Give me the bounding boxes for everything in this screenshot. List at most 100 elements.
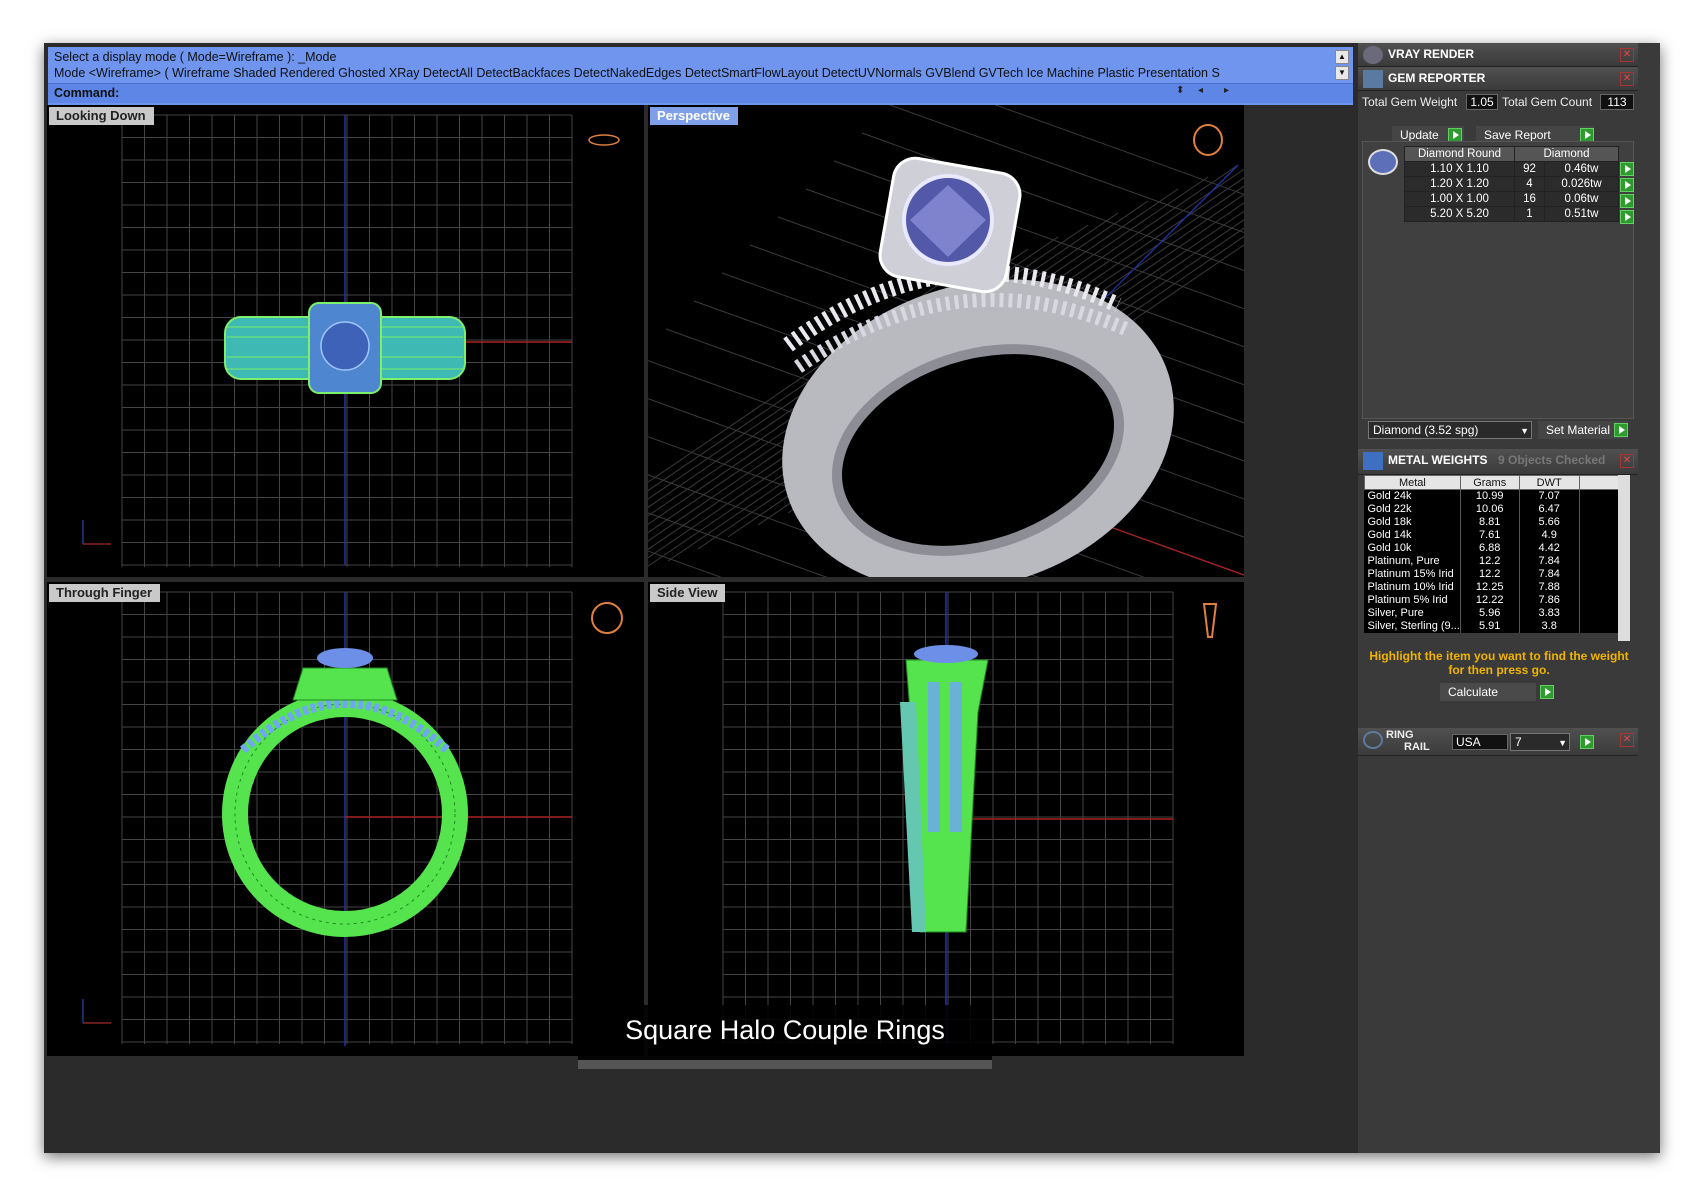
app-window: Select a display mode ( Mode=Wireframe )… xyxy=(44,43,1660,1153)
metal-name: Gold 24k xyxy=(1364,489,1461,503)
col-material: Diamond xyxy=(1514,146,1619,162)
metal-row[interactable]: Gold 14k 7.61 4.9 xyxy=(1364,528,1621,542)
metal-name: Silver, Pure xyxy=(1364,606,1461,620)
history-prev-icon[interactable]: ◂ xyxy=(1198,85,1203,96)
viewport-label[interactable]: Side View xyxy=(650,584,726,602)
metal-grams: 12.2 xyxy=(1460,567,1520,581)
caption-text: Square Halo Couple Rings xyxy=(625,1015,945,1045)
ring-render xyxy=(782,156,1174,577)
gem-weight: 0.51tw xyxy=(1544,206,1619,222)
ring-rail-title-b: RAIL xyxy=(1404,741,1430,753)
gem-count: 4 xyxy=(1514,176,1545,192)
viewport-perspective[interactable]: Perspective xyxy=(648,105,1244,577)
close-icon[interactable]: ✕ xyxy=(1620,733,1634,747)
ring-size-select[interactable]: 7 ▼ xyxy=(1510,733,1570,751)
metal-name: Platinum, Pure xyxy=(1364,554,1461,568)
viewport-label[interactable]: Looking Down xyxy=(49,107,154,125)
ring-size-value: 7 xyxy=(1515,735,1522,749)
ring-thumbnail-icon xyxy=(591,602,623,634)
scroll-down-button[interactable]: ▼ xyxy=(1335,66,1349,80)
top-view-canvas xyxy=(82,114,620,567)
metal-name: Gold 18k xyxy=(1364,515,1461,529)
metal-row[interactable]: Gold 22k 10.06 6.47 xyxy=(1364,502,1621,516)
gem-reporter-header[interactable]: GEM REPORTER ✕ xyxy=(1358,67,1638,91)
metal-scrollbar[interactable] xyxy=(1618,475,1630,641)
update-go-icon[interactable] xyxy=(1448,128,1462,142)
ring-thumbnail-icon xyxy=(1193,124,1223,156)
metal-row[interactable]: Gold 24k 10.99 7.07 xyxy=(1364,489,1621,503)
metal-row[interactable]: Gold 18k 8.81 5.66 xyxy=(1364,515,1621,529)
close-icon[interactable]: ✕ xyxy=(1620,48,1634,62)
close-icon[interactable]: ✕ xyxy=(1620,454,1634,468)
save-report-label: Save Report xyxy=(1484,128,1551,142)
viewport-side[interactable]: Side View xyxy=(648,582,1244,1056)
gem-count: 92 xyxy=(1514,161,1545,177)
viewport-top[interactable]: Looking Down xyxy=(47,105,644,577)
metal-dwt: 7.07 xyxy=(1519,489,1580,503)
metal-dwt: 3.83 xyxy=(1519,606,1580,620)
metal-row[interactable]: Platinum 10% Irid 12.25 7.88 xyxy=(1364,580,1621,594)
gem-weight: 0.026tw xyxy=(1544,176,1619,192)
material-select[interactable]: Diamond (3.52 spg) ▼ xyxy=(1368,421,1532,439)
metal-icon xyxy=(1363,452,1383,470)
metal-dwt: 3.8 xyxy=(1519,619,1580,633)
ring-rail-go-icon[interactable] xyxy=(1580,735,1594,749)
gem-row[interactable]: 5.20 X 5.20 1 0.51tw xyxy=(1404,206,1619,222)
gem-row[interactable]: 1.00 X 1.00 16 0.06tw xyxy=(1404,191,1619,207)
chevron-down-icon: ▼ xyxy=(1558,738,1567,748)
scroll-up-button[interactable]: ▲ xyxy=(1335,50,1349,64)
metal-row[interactable]: Platinum 15% Irid 12.2 7.84 xyxy=(1364,567,1621,581)
metal-table[interactable]: Metal Grams DWT Gold 24k 10.99 7.07 Gold… xyxy=(1364,475,1621,633)
col-metal: Metal xyxy=(1364,475,1461,490)
vray-render-header[interactable]: VRAY RENDER ✕ xyxy=(1358,43,1638,67)
history-next-icon[interactable]: ▸ xyxy=(1224,85,1229,96)
viewport-front[interactable]: Through Finger xyxy=(47,582,644,1056)
set-material-go-icon[interactable] xyxy=(1614,423,1628,437)
plugin-panel: VRAY RENDER ✕ GEM REPORTER ✕ Total Gem W… xyxy=(1358,43,1660,1153)
metal-row[interactable]: Gold 10k 6.88 4.42 xyxy=(1364,541,1621,555)
calculate-go-icon[interactable] xyxy=(1540,685,1554,699)
viewport-label[interactable]: Perspective xyxy=(650,107,738,125)
update-label: Update xyxy=(1400,128,1439,142)
gem-reporter-title: GEM REPORTER xyxy=(1388,71,1486,85)
gem-icon xyxy=(1363,70,1383,88)
gem-row[interactable]: 1.20 X 1.20 4 0.026tw xyxy=(1404,176,1619,192)
metal-grams: 5.96 xyxy=(1460,606,1520,620)
gem-row-go-icon[interactable] xyxy=(1620,210,1634,224)
viewport-label[interactable]: Through Finger xyxy=(49,584,161,602)
metal-row[interactable]: Platinum 5% Irid 12.22 7.86 xyxy=(1364,593,1621,607)
metal-dwt: 5.66 xyxy=(1519,515,1580,529)
command-prompt[interactable]: Command: xyxy=(48,83,1353,103)
gem-row-go-icon[interactable] xyxy=(1620,178,1634,192)
calculate-label: Calculate xyxy=(1448,685,1499,699)
vray-title: VRAY RENDER xyxy=(1388,47,1475,61)
save-report-go-icon[interactable] xyxy=(1580,128,1594,142)
metal-name: Silver, Sterling (9... xyxy=(1364,619,1461,633)
metal-dwt: 7.84 xyxy=(1519,554,1580,568)
metal-weights-header[interactable]: METAL WEIGHTS 9 Objects Checked ✕ xyxy=(1358,449,1638,475)
set-material-label: Set Material xyxy=(1546,423,1611,437)
metal-name: Gold 14k xyxy=(1364,528,1461,542)
calculate-button[interactable]: Calculate xyxy=(1440,683,1536,701)
metal-row[interactable]: Platinum, Pure 12.2 7.84 xyxy=(1364,554,1621,568)
ring-thumbnail-icon xyxy=(1202,603,1218,638)
ring-size-region[interactable]: USA xyxy=(1452,734,1508,750)
gem-table: Diamond Round Diamond 1.10 X 1.10 92 0.4… xyxy=(1404,146,1619,222)
gem-row-go-icon[interactable] xyxy=(1620,194,1634,208)
metal-row[interactable]: Silver, Sterling (9... 5.91 3.8 xyxy=(1364,619,1621,633)
metal-row[interactable]: Silver, Pure 5.96 3.83 xyxy=(1364,606,1621,620)
metal-name: Platinum 5% Irid xyxy=(1364,593,1461,607)
metal-dwt: 4.42 xyxy=(1519,541,1580,555)
gem-row[interactable]: 1.10 X 1.10 92 0.46tw xyxy=(1404,161,1619,177)
col-grams: Grams xyxy=(1459,475,1520,490)
objects-checked: 9 Objects Checked xyxy=(1498,453,1606,467)
metal-dwt: 7.88 xyxy=(1519,580,1580,594)
ring-side-wireframe xyxy=(900,645,989,933)
history-up-down-icon[interactable]: ⬍ xyxy=(1176,85,1184,96)
gem-count: 16 xyxy=(1514,191,1545,207)
gem-row-go-icon[interactable] xyxy=(1620,162,1634,176)
total-gem-count-value: 113 xyxy=(1600,94,1634,110)
command-options-line[interactable]: Mode <Wireframe> ( Wireframe Shaded Rend… xyxy=(54,66,1220,80)
metal-grams: 7.61 xyxy=(1460,528,1520,542)
close-icon[interactable]: ✕ xyxy=(1620,72,1634,86)
